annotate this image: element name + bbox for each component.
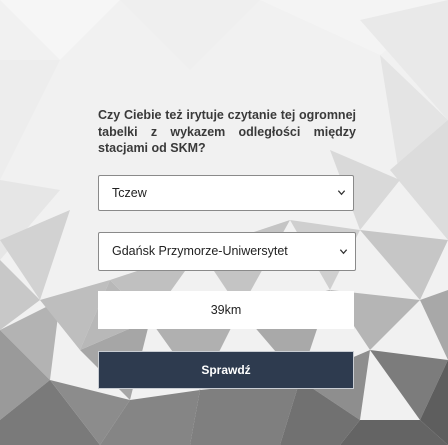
from-station-select[interactable]: Tczew xyxy=(98,175,354,211)
to-station-value: Gdańsk Przymorze-Uniwersytet xyxy=(112,244,288,258)
chevron-down-icon xyxy=(337,233,349,270)
intro-text: Czy Ciebie też irytuje czytanie tej ogro… xyxy=(98,108,356,155)
chevron-down-icon xyxy=(335,176,347,210)
check-button[interactable]: Sprawdź xyxy=(98,351,354,389)
distance-result: 39km xyxy=(98,291,354,329)
from-station-value: Tczew xyxy=(112,186,147,200)
to-station-select[interactable]: Gdańsk Przymorze-Uniwersytet xyxy=(98,232,356,271)
distance-calculator: Czy Ciebie też irytuje czytanie tej ogro… xyxy=(0,0,448,445)
